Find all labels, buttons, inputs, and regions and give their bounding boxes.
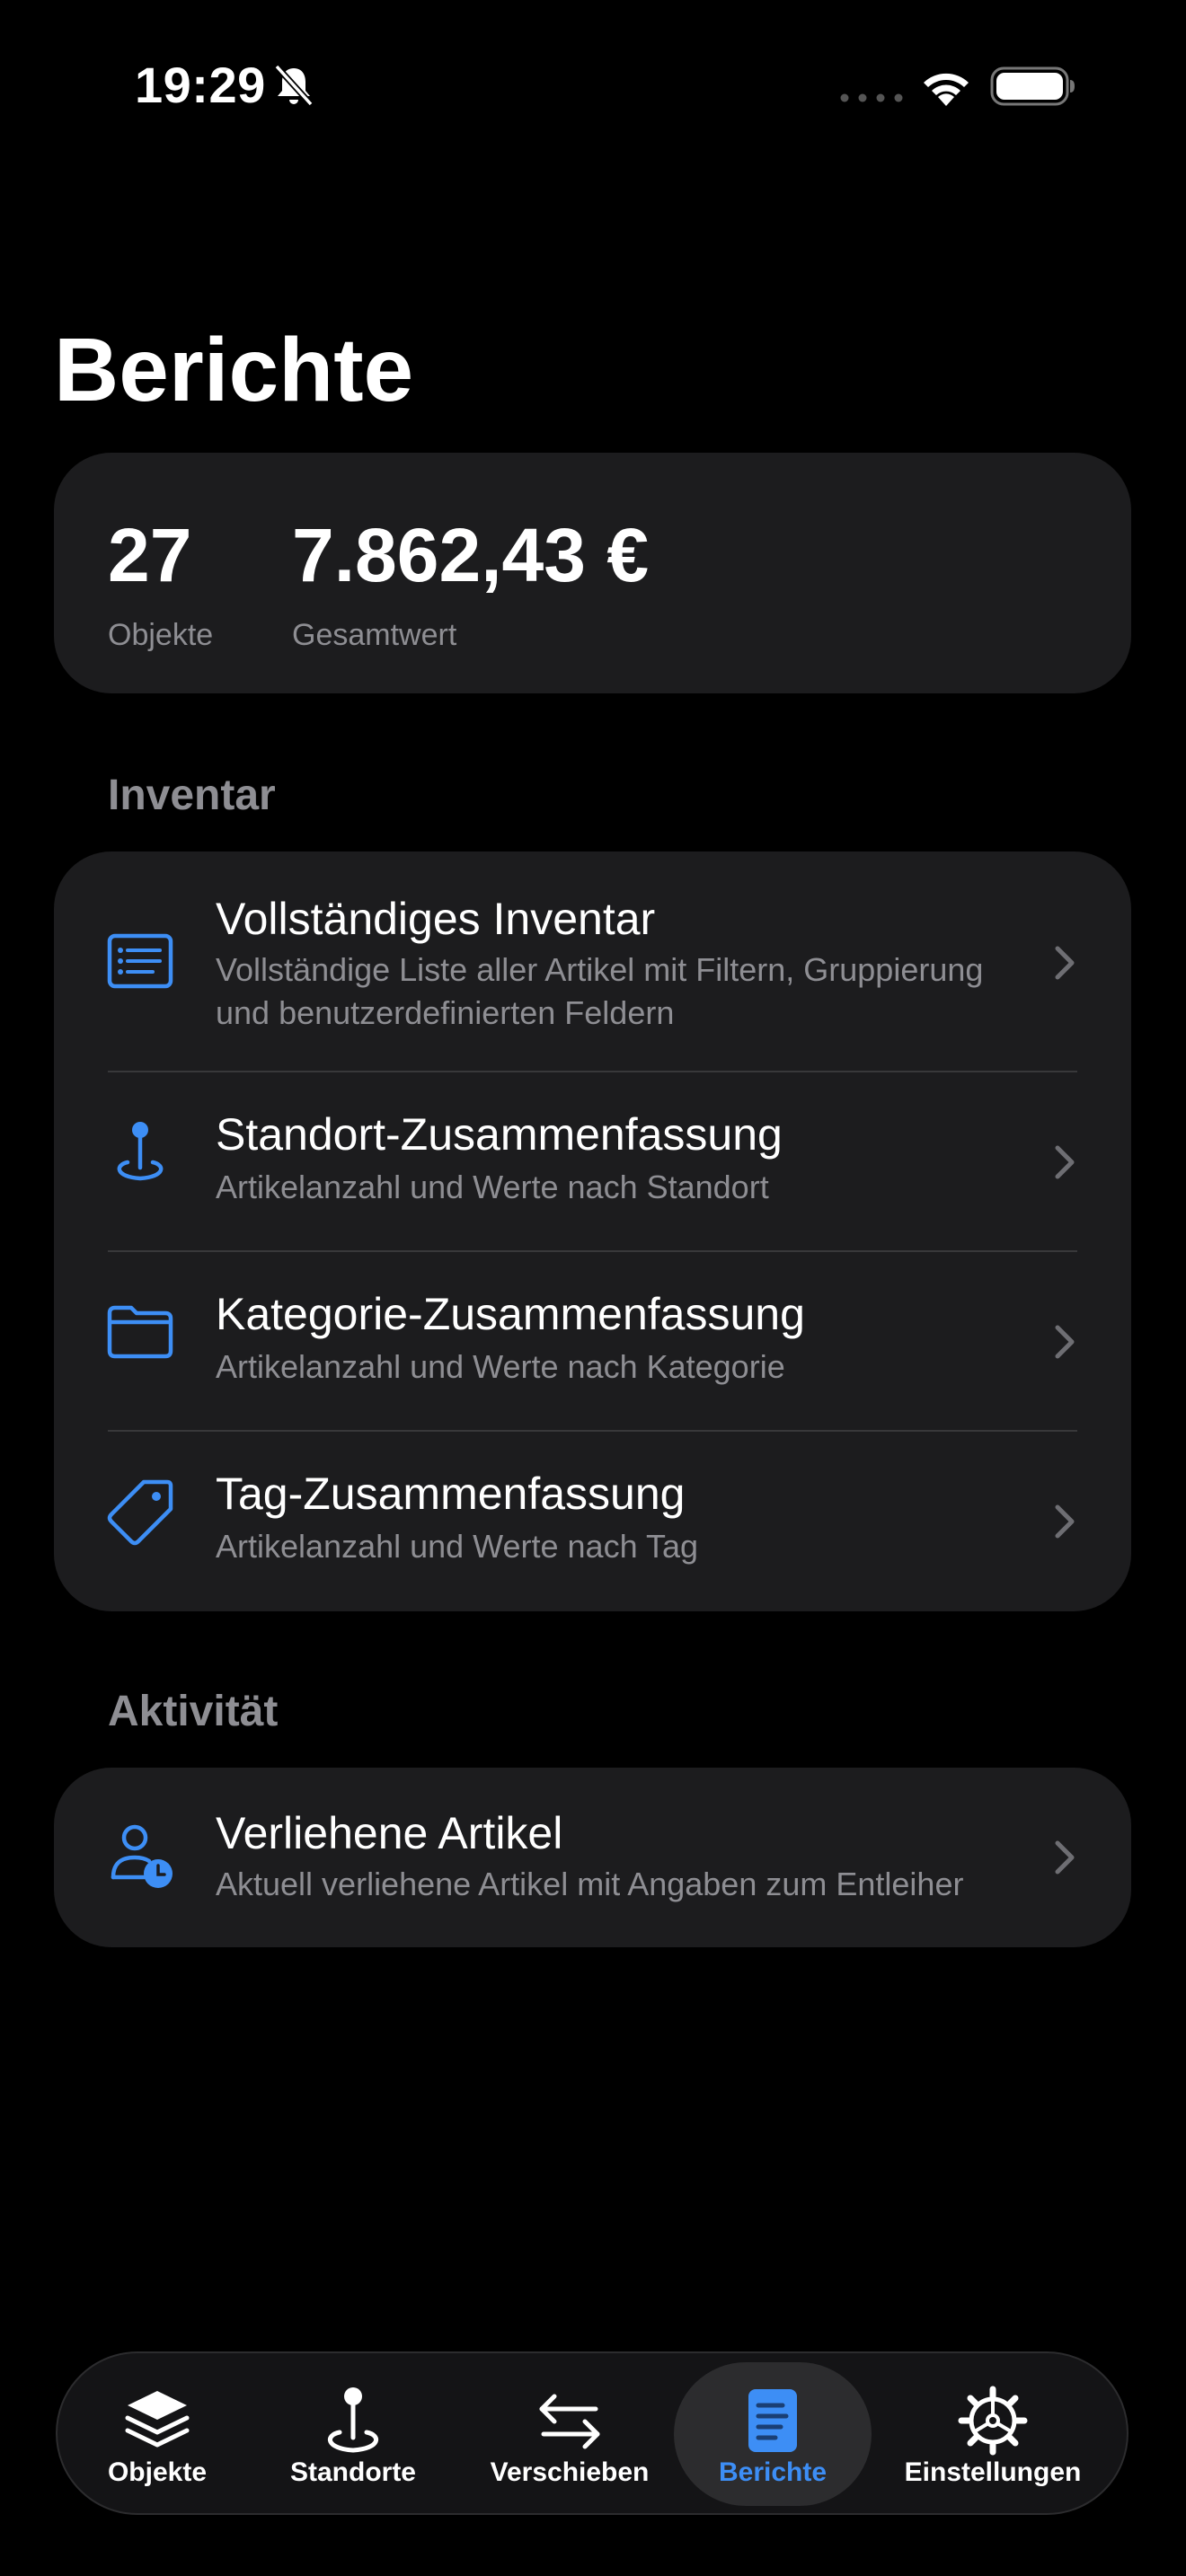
tab-label: Einstellungen	[904, 2457, 1082, 2487]
report-title: Kategorie-Zusammenfassung	[216, 1289, 805, 1339]
tab-einstellungen[interactable]: Einstellungen	[890, 2353, 1096, 2513]
cellular-dots-icon	[840, 93, 903, 102]
person-clock-icon	[111, 1824, 173, 1888]
status-bar: 19:29	[0, 0, 1186, 171]
report-row-full-inventory[interactable]: Vollständiges Inventar Vollständige List…	[54, 851, 1131, 1072]
tab-label: Standorte	[289, 2457, 416, 2487]
chevron-right-icon	[1055, 1504, 1075, 1539]
report-subtitle: Artikelanzahl und Werte nach Tag	[216, 1528, 698, 1565]
report-row-category-summary[interactable]: Kategorie-Zusammenfassung Artikelanzahl …	[54, 1252, 1131, 1432]
section-header-activity: Aktivität	[108, 1688, 279, 1735]
report-row-lent-items[interactable]: Verliehene Artikel Aktuell verliehene Ar…	[54, 1768, 1131, 1947]
total-value-label: Gesamtwert	[292, 618, 457, 652]
tab-verschieben[interactable]: Verschieben	[480, 2353, 659, 2513]
tab-objekte[interactable]: Objekte	[90, 2353, 225, 2513]
report-subtitle: Aktuell verliehene Artikel mit Angaben z…	[216, 1866, 964, 1902]
objects-label: Objekte	[108, 618, 214, 652]
objects-stat: 27 Objekte	[108, 503, 213, 653]
tab-label: Berichte	[718, 2457, 828, 2487]
tab-label: Verschieben	[490, 2457, 650, 2487]
battery-icon	[990, 66, 1075, 106]
wifi-icon	[924, 73, 969, 106]
inventory-card: Vollständiges Inventar Vollständige List…	[54, 851, 1131, 1611]
page-title: Berichte	[54, 320, 414, 420]
total-value-stat: 7.862,43 € Gesamtwert	[292, 503, 649, 653]
section-header-inventory: Inventar	[108, 772, 276, 819]
status-time: 19:29	[135, 57, 266, 113]
report-title: Vollständiges Inventar	[216, 894, 656, 944]
list-icon	[107, 933, 173, 989]
chevron-right-icon	[1055, 946, 1075, 980]
arrows-left-right-icon	[539, 2394, 600, 2449]
chevron-right-icon	[1055, 1145, 1075, 1179]
tab-bar: Objekte Standorte Verschieben Berichte E…	[56, 2351, 1128, 2515]
location-pin-icon	[117, 1122, 164, 1181]
objects-count: 27	[108, 513, 192, 597]
summary-card: 27 Objekte 7.862,43 € Gesamtwert	[54, 453, 1131, 693]
report-subtitle: Artikelanzahl und Werte nach Standort	[216, 1169, 769, 1205]
tag-icon	[107, 1479, 173, 1546]
report-title: Verliehene Artikel	[216, 1808, 563, 1858]
chevron-right-icon	[1055, 1325, 1075, 1359]
report-title: Standort-Zusammenfassung	[216, 1109, 783, 1160]
report-row-tag-summary[interactable]: Tag-Zusammenfassung Artikelanzahl und We…	[54, 1432, 1131, 1611]
tab-label: Objekte	[107, 2457, 208, 2487]
report-title: Tag-Zusammenfassung	[216, 1469, 686, 1519]
folder-icon	[107, 1305, 173, 1359]
report-subtitle: Vollständige Liste aller Artikel mit Fil…	[216, 951, 984, 1031]
gear-icon	[958, 2386, 1028, 2456]
stack-icon	[125, 2391, 190, 2448]
chevron-right-icon	[1055, 1840, 1075, 1875]
report-row-location-summary[interactable]: Standort-Zusammenfassung Artikelanzahl u…	[54, 1072, 1131, 1252]
document-icon	[748, 2389, 797, 2452]
location-pin-icon	[328, 2387, 378, 2453]
report-subtitle: Artikelanzahl und Werte nach Kategorie	[216, 1348, 785, 1385]
tab-standorte[interactable]: Standorte	[277, 2353, 429, 2513]
bell-slash-icon	[274, 64, 314, 107]
activity-card: Verliehene Artikel Aktuell verliehene Ar…	[54, 1768, 1131, 1947]
total-value: 7.862,43 €	[292, 513, 650, 597]
tab-berichte[interactable]: Berichte	[674, 2353, 872, 2513]
